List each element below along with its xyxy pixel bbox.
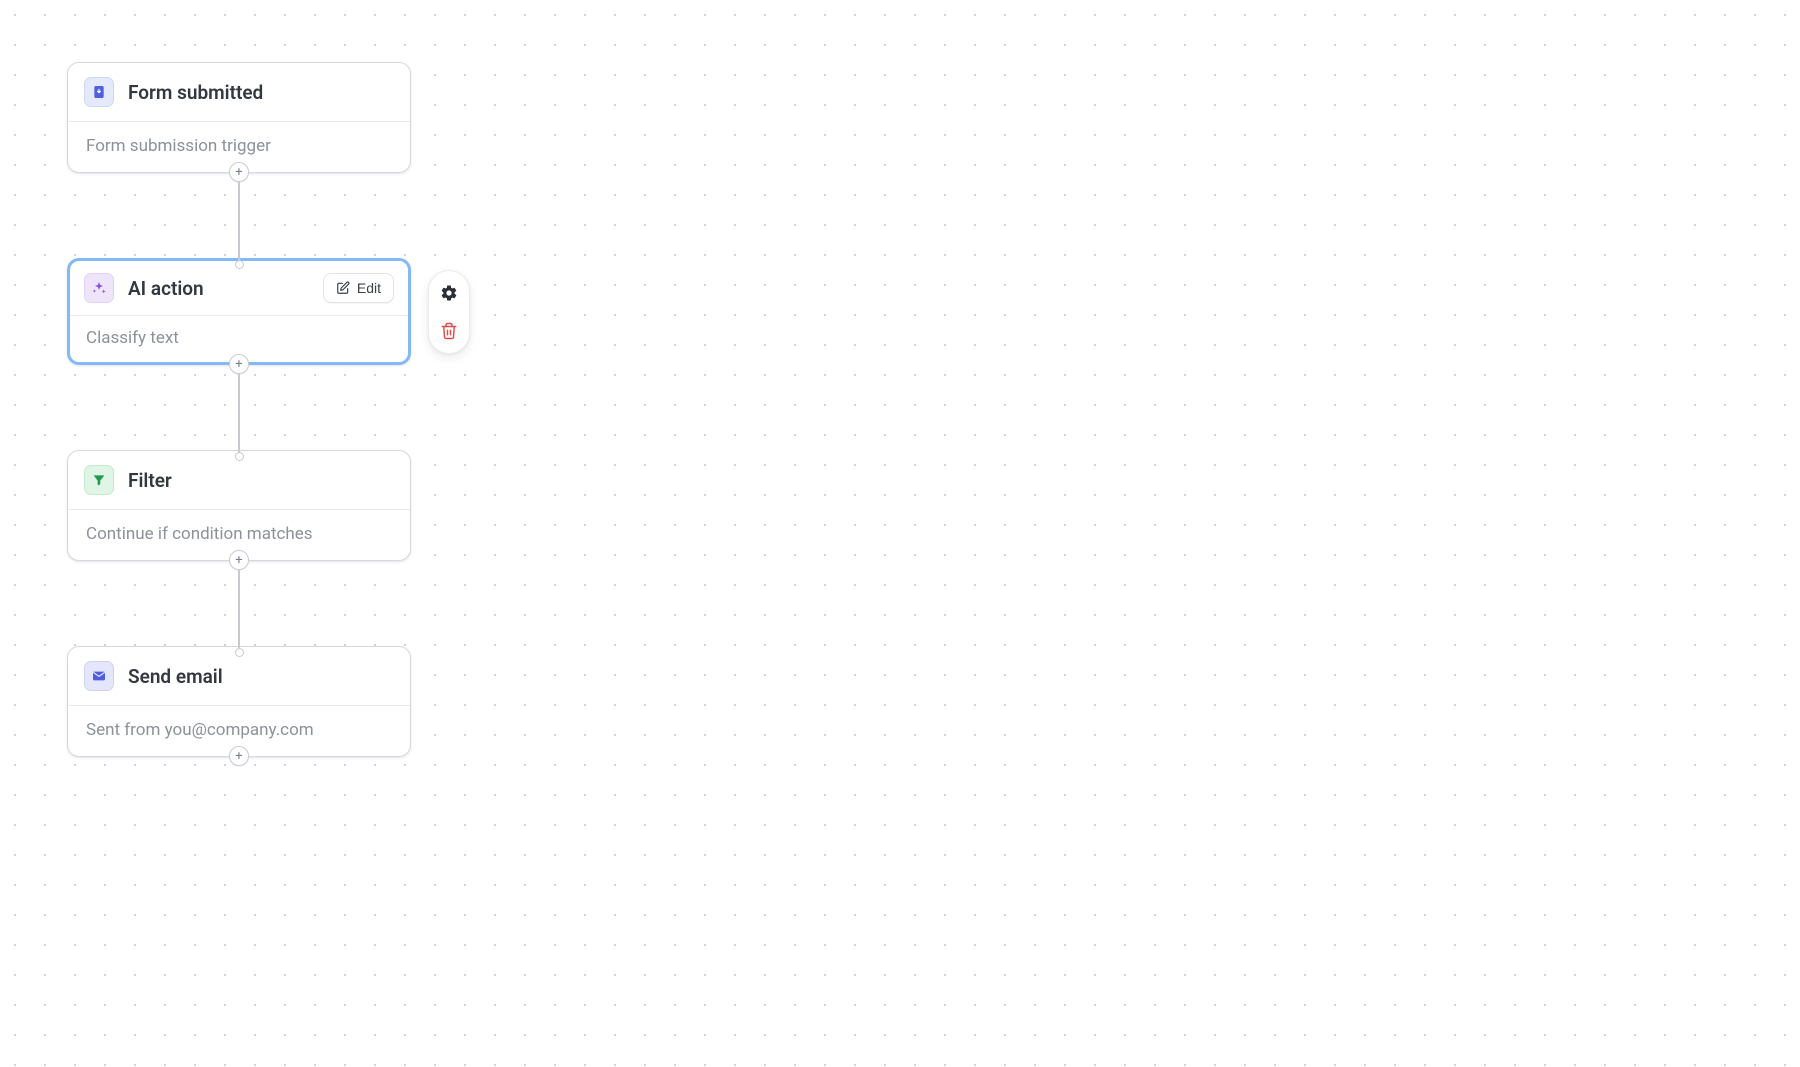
connector-port — [235, 452, 244, 461]
node-header: AI action Edit — [70, 261, 408, 315]
node-filter[interactable]: Filter Continue if condition matches — [67, 450, 411, 561]
gear-icon — [440, 284, 458, 302]
connector: + — [229, 550, 249, 657]
node-title: AI action — [128, 277, 309, 300]
edit-button-label: Edit — [357, 280, 381, 296]
workflow-canvas[interactable]: Form submitted Form submission trigger +… — [67, 62, 411, 766]
node-title: Form submitted — [128, 81, 394, 104]
filter-icon — [84, 465, 114, 495]
add-step-button[interactable]: + — [229, 162, 249, 182]
node-delete-button[interactable] — [437, 319, 461, 343]
connector-port — [235, 648, 244, 657]
trash-icon — [440, 322, 458, 340]
node-header: Form submitted — [68, 63, 410, 121]
node-title: Filter — [128, 469, 394, 492]
connector: + — [229, 162, 249, 269]
form-submit-icon — [84, 77, 114, 107]
sparkle-icon — [84, 273, 114, 303]
connector-line — [238, 570, 240, 648]
connector-port — [235, 260, 244, 269]
connector-line — [238, 374, 240, 452]
mail-icon — [84, 661, 114, 691]
edit-button[interactable]: Edit — [323, 273, 394, 303]
add-step-button[interactable]: + — [229, 746, 249, 766]
add-step-button[interactable]: + — [229, 550, 249, 570]
pencil-icon — [336, 281, 350, 295]
add-step-button[interactable]: + — [229, 354, 249, 374]
connector: + — [229, 354, 249, 461]
node-side-actions — [428, 270, 470, 354]
node-form-submitted[interactable]: Form submitted Form submission trigger — [67, 62, 411, 173]
node-ai-action[interactable]: AI action Edit Classify text — [67, 258, 411, 365]
node-settings-button[interactable] — [437, 281, 461, 305]
connector-line — [238, 182, 240, 260]
node-send-email[interactable]: Send email Sent from you@company.com — [67, 646, 411, 757]
node-title: Send email — [128, 665, 394, 688]
connector: + — [229, 746, 249, 766]
